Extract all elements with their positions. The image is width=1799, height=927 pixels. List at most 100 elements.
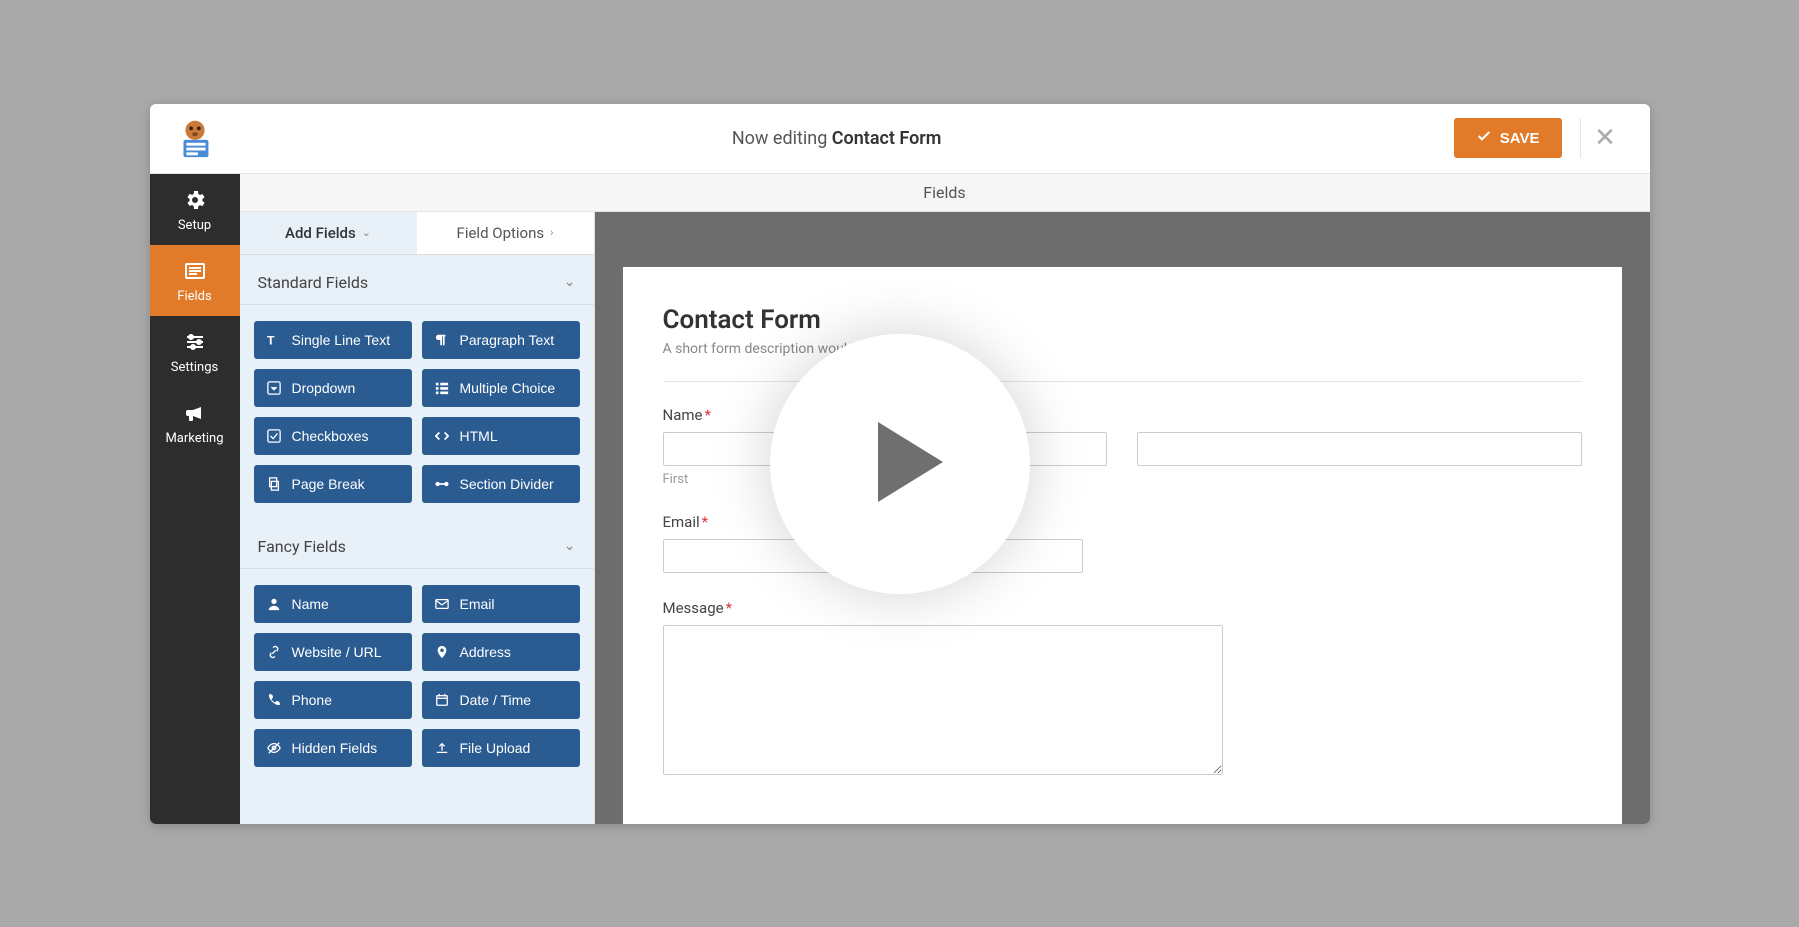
field-btn-checkboxes[interactable]: Checkboxes [254, 417, 412, 455]
field-btn-hidden-fields[interactable]: Hidden Fields [254, 729, 412, 767]
link-icon [266, 644, 282, 660]
tab-add-fields[interactable]: Add Fields ⌄ [240, 212, 417, 254]
field-btn-label: Checkboxes [292, 428, 369, 444]
chevron-down-icon: ⌄ [564, 538, 576, 554]
top-bar: Now editing Contact Form SAVE ✕ [150, 104, 1650, 174]
field-btn-page-break[interactable]: Page Break [254, 465, 412, 503]
nav-setup-label: Setup [178, 218, 211, 233]
panel-tabs: Add Fields ⌄ Field Options › [240, 212, 594, 255]
map-pin-icon [434, 644, 450, 660]
eye-slash-icon [266, 740, 282, 756]
form-preview-title: Contact Form [663, 305, 1582, 335]
paragraph-icon [434, 332, 450, 348]
field-btn-label: Date / Time [460, 692, 532, 708]
play-video-button[interactable] [770, 334, 1030, 594]
tab-field-options-label: Field Options [457, 224, 545, 242]
field-btn-name[interactable]: Name [254, 585, 412, 623]
app-window: Now editing Contact Form SAVE ✕ Setup [150, 104, 1650, 824]
nav-marketing-label: Marketing [165, 431, 223, 446]
close-button[interactable]: ✕ [1580, 118, 1630, 158]
field-btn-label: Address [460, 644, 511, 660]
sliders-icon [183, 330, 207, 354]
required-indicator: * [702, 513, 708, 531]
group-fancy-fields[interactable]: Fancy Fields ⌄ [240, 519, 594, 569]
nav-settings[interactable]: Settings [150, 316, 240, 387]
bullhorn-icon [183, 401, 207, 425]
nav-settings-label: Settings [171, 360, 218, 375]
field-btn-label: Section Divider [460, 476, 554, 492]
page-title: Now editing Contact Form [220, 128, 1454, 149]
files-icon [266, 476, 282, 492]
field-btn-date-time[interactable]: Date / Time [422, 681, 580, 719]
play-icon [842, 412, 958, 516]
tab-field-options[interactable]: Field Options › [417, 212, 594, 254]
form-preview-description: A short form description would go here. [663, 341, 1582, 357]
save-button[interactable]: SAVE [1454, 118, 1562, 158]
tab-add-fields-label: Add Fields [285, 224, 356, 242]
form-icon [183, 259, 207, 283]
chevron-down-icon: ⌄ [362, 226, 371, 239]
envelope-icon [434, 596, 450, 612]
field-btn-single-line-text[interactable]: T Single Line Text [254, 321, 412, 359]
chevron-right-icon: › [550, 226, 553, 239]
field-btn-label: Page Break [292, 476, 365, 492]
field-btn-label: Hidden Fields [292, 740, 378, 756]
chevron-down-icon: ⌄ [564, 274, 576, 290]
field-label-text: Name [663, 406, 703, 424]
phone-icon [266, 692, 282, 708]
field-label: Message* [663, 599, 1582, 617]
field-btn-label: Single Line Text [292, 332, 391, 348]
nav-setup[interactable]: Setup [150, 174, 240, 245]
field-btn-website-url[interactable]: Website / URL [254, 633, 412, 671]
standard-fields-grid: T Single Line Text Paragraph Text Dropdow… [240, 305, 594, 519]
group-standard-fields[interactable]: Standard Fields ⌄ [240, 255, 594, 305]
field-btn-label: HTML [460, 428, 498, 444]
field-btn-email[interactable]: Email [422, 585, 580, 623]
nav-fields-label: Fields [177, 289, 211, 304]
calendar-icon [434, 692, 450, 708]
field-btn-file-upload[interactable]: File Upload [422, 729, 580, 767]
field-btn-address[interactable]: Address [422, 633, 580, 671]
svg-text:T: T [267, 333, 275, 347]
field-label-text: Message [663, 599, 724, 617]
field-btn-section-divider[interactable]: Section Divider [422, 465, 580, 503]
save-button-label: SAVE [1500, 130, 1540, 147]
field-btn-phone[interactable]: Phone [254, 681, 412, 719]
field-btn-paragraph-text[interactable]: Paragraph Text [422, 321, 580, 359]
field-btn-label: Dropdown [292, 380, 356, 396]
form-preview[interactable]: Contact Form A short form description wo… [623, 267, 1622, 824]
section-header: Fields [240, 174, 1650, 212]
code-icon [434, 428, 450, 444]
field-btn-label: Name [292, 596, 329, 612]
list-icon [434, 380, 450, 396]
check-square-icon [266, 428, 282, 444]
section-header-label: Fields [923, 183, 965, 202]
editing-prefix: Now editing [732, 128, 832, 149]
nav-marketing[interactable]: Marketing [150, 387, 240, 458]
field-btn-dropdown[interactable]: Dropdown [254, 369, 412, 407]
caret-square-icon [266, 380, 282, 396]
wpforms-logo-icon [170, 113, 220, 163]
field-btn-label: Multiple Choice [460, 380, 556, 396]
nav-fields[interactable]: Fields [150, 245, 240, 316]
fancy-fields-grid: Name Email Website / URL Address Phone D… [240, 569, 594, 783]
field-label-text: Email [663, 513, 700, 531]
preview-field-message[interactable]: Message* [663, 599, 1582, 779]
last-name-input[interactable] [1137, 432, 1582, 466]
required-indicator: * [726, 599, 732, 617]
field-btn-multiple-choice[interactable]: Multiple Choice [422, 369, 580, 407]
field-btn-html[interactable]: HTML [422, 417, 580, 455]
gear-icon [183, 188, 207, 212]
field-btn-label: Email [460, 596, 495, 612]
preview-area: Contact Form A short form description wo… [595, 212, 1650, 824]
text-icon: T [266, 332, 282, 348]
divider-icon [434, 476, 450, 492]
field-btn-label: Website / URL [292, 644, 382, 660]
check-icon [1476, 128, 1492, 148]
field-btn-label: File Upload [460, 740, 531, 756]
left-nav: Setup Fields Settings Marketing [150, 174, 240, 824]
field-btn-label: Paragraph Text [460, 332, 555, 348]
upload-icon [434, 740, 450, 756]
fields-panel: Add Fields ⌄ Field Options › Standard Fi… [240, 212, 595, 824]
message-textarea[interactable] [663, 625, 1223, 775]
